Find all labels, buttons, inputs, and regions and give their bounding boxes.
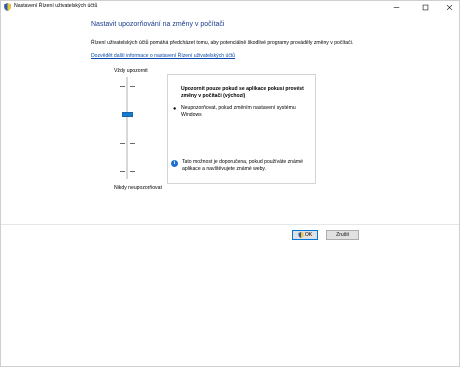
close-button[interactable] [438,1,460,14]
level-title: Upozornit pouze pokud se aplikace pokusí… [181,86,304,99]
info-icon: i [171,160,178,167]
slider-thumb[interactable] [122,112,133,117]
minimize-button[interactable] [385,1,407,14]
window-title: Nastavení Řízení uživatelských účtů [14,3,98,9]
level-bullet-text: Neupozorňovat, pokud změním nastavení sy… [181,105,296,118]
footer-divider [1,224,459,225]
page-heading: Nastavit upozorňování na změny v počítač… [91,21,225,28]
ok-button-label: OK [304,232,313,238]
maximize-icon [422,4,428,11]
slider-tick [120,143,125,144]
cancel-button-label: Zrušit [336,232,349,238]
slider-top-label: Vždy upozornit [114,68,148,74]
learn-more-link[interactable]: Dozvědět další informace o nastavení Říz… [91,53,235,59]
slider-track[interactable] [126,77,128,179]
recommendation-note: Tato možnost je doporučena, pokud použív… [182,159,303,172]
ok-button[interactable]: OK [292,230,318,240]
description-text: Řízení uživatelských účtů pomáhá předchá… [91,40,354,46]
maximize-button[interactable] [414,1,436,14]
slider-tick [120,171,125,172]
uac-shield-icon [298,232,304,238]
slider-tick [130,143,135,144]
slider-bottom-label: Nikdy neupozorňovat [114,185,162,191]
cancel-button[interactable]: Zrušit [326,230,359,240]
minimize-icon [393,7,399,8]
bullet-icon: ● [173,106,177,112]
slider-tick [120,86,125,87]
title-bar[interactable]: Nastavení Řízení uživatelských účtů [1,1,459,14]
uac-shield-icon [4,3,11,11]
uac-settings-window: Nastavení Řízení uživatelských účtů Nast… [0,0,460,367]
slider-tick [130,86,135,87]
close-icon [446,4,452,11]
slider-tick [130,171,135,172]
level-description-panel: Upozornit pouze pokud se aplikace pokusí… [167,74,316,184]
